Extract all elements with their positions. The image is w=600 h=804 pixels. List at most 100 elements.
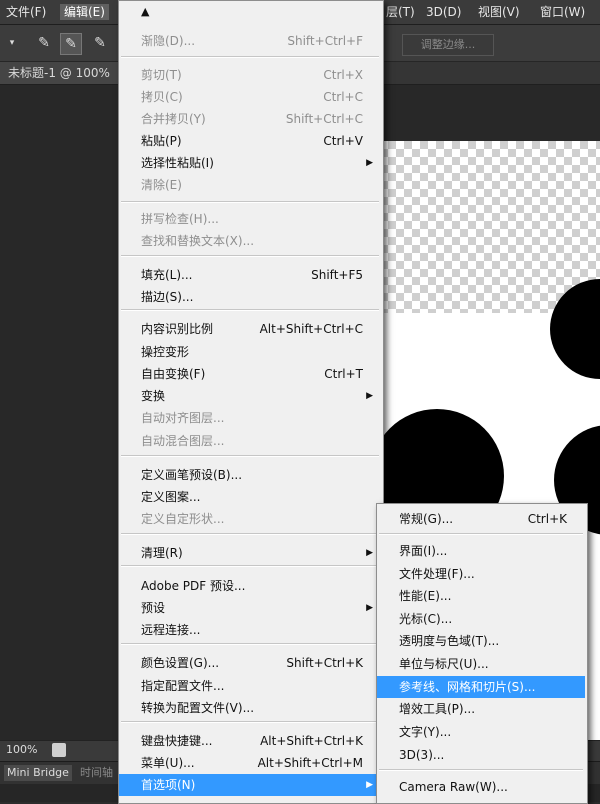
mini-bridge-tab[interactable]: Mini Bridge [4, 765, 72, 781]
menu-item-label: 键盘快捷键... [141, 734, 213, 748]
brush-icon[interactable]: ✎ [34, 33, 54, 53]
preferences-menu-item[interactable]: 透明度与色域(T)... [377, 630, 585, 652]
edit-menu-item: 自动对齐图层... [119, 407, 381, 429]
edit-menu-item[interactable]: Adobe PDF 预设... [119, 575, 381, 597]
edit-menu-item[interactable]: 选择性粘贴(I) ▶ [119, 152, 381, 174]
menu-item-shortcut: Ctrl+X [323, 68, 363, 82]
submenu-arrow-icon: ▶ [366, 780, 373, 790]
edit-menu-item[interactable]: 描边(S)... [119, 286, 381, 308]
edit-menu-item[interactable]: 自由变换(F) Ctrl+T [119, 363, 381, 385]
menu-layer[interactable]: 层(T) [382, 4, 419, 20]
preferences-menu-item[interactable]: 光标(C)... [377, 608, 585, 630]
menu-item-label: 查找和替换文本(X)... [141, 234, 255, 248]
menu-item-label: 3D(3)... [399, 748, 445, 762]
edit-menu-item[interactable]: 定义图案... [119, 486, 381, 508]
menu-item-label: 单位与标尺(U)... [399, 657, 489, 671]
edit-menu-item[interactable]: 操控变形 [119, 341, 381, 363]
menu-item-shortcut: Ctrl+K [527, 512, 567, 526]
menu-separator [379, 769, 583, 771]
menu-item-label: 透明度与色域(T)... [399, 634, 500, 648]
menu-window[interactable]: 窗口(W) [536, 4, 589, 20]
menu-item-label: 填充(L)... [141, 268, 193, 282]
menu-item-label: 菜单(U)... [141, 756, 195, 770]
edit-menu-item[interactable]: 变换 ▶ [119, 385, 381, 407]
edit-menu-item[interactable]: 远程连接... [119, 619, 381, 641]
menu-item-label: 选择性粘贴(I) [141, 156, 214, 170]
menu-separator [121, 721, 379, 723]
preferences-menu-item[interactable]: 增效工具(P)... [377, 698, 585, 720]
edit-menu-item[interactable]: 首选项(N) ▶ [119, 774, 381, 796]
edit-menu-item: 剪切(T) Ctrl+X [119, 64, 381, 86]
menu-file[interactable]: 文件(F) [2, 4, 50, 20]
preferences-menu-item[interactable]: 文字(Y)... [377, 721, 585, 743]
menu-item-label: 性能(E)... [399, 589, 452, 603]
preferences-menu-item[interactable]: Camera Raw(W)... [377, 776, 585, 798]
edit-menu-item: 定义自定形状... [119, 508, 381, 530]
edit-menu-item[interactable]: 颜色设置(G)... Shift+Ctrl+K [119, 652, 381, 674]
edit-menu-item[interactable]: 定义画笔预设(B)... [119, 464, 381, 486]
edit-menu-item[interactable]: 预设 ▶ [119, 597, 381, 619]
refine-edge-button[interactable]: 调整边缘... [402, 34, 494, 56]
edit-menu-item[interactable]: 清理(R) ▶ [119, 542, 381, 564]
menu-separator [121, 56, 379, 58]
edit-menu-item[interactable]: 粘贴(P) Ctrl+V [119, 130, 381, 152]
preferences-menu-item[interactable]: 性能(E)... [377, 585, 585, 607]
timeline-tab[interactable]: 时间轴 [80, 765, 113, 781]
menu-separator [121, 201, 379, 203]
menu-item-shortcut: Shift+F5 [311, 268, 363, 282]
menu-separator [121, 533, 379, 535]
menu-item-label: 参考线、网格和切片(S)... [399, 680, 536, 694]
menu-item-label: 首选项(N) [141, 778, 196, 792]
menu-item-label: 自由变换(F) [141, 367, 206, 381]
menu-edit[interactable]: 编辑(E) [60, 4, 109, 20]
menu-item-label: 指定配置文件... [141, 679, 225, 693]
edit-menu-item: 清除(E) [119, 174, 381, 196]
menu-item-label: 清除(E) [141, 178, 182, 192]
menu-view[interactable]: 视图(V) [474, 4, 524, 20]
menu-item-label: 自动对齐图层... [141, 411, 225, 425]
submenu-arrow-icon: ▶ [366, 158, 373, 168]
menu-item-label: 光标(C)... [399, 612, 453, 626]
menu-item-label: 文件处理(F)... [399, 567, 475, 581]
tool-preset-dropdown-icon[interactable]: ▾ [2, 33, 22, 53]
menu-item-label: 描边(S)... [141, 290, 194, 304]
preferences-menu-item[interactable]: 参考线、网格和切片(S)... [377, 676, 585, 698]
preferences-menu-item[interactable]: 单位与标尺(U)... [377, 653, 585, 675]
menu-item-label: 文字(Y)... [399, 725, 452, 739]
preferences-menu-item[interactable]: 界面(I)... [377, 540, 585, 562]
quick-select-subtract-icon[interactable]: ✎ [90, 33, 110, 53]
menu-3d[interactable]: 3D(D) [422, 4, 465, 20]
preferences-submenu: 常规(G)... Ctrl+K 界面(I)... 文件处理(F)... 性能(E)...… [376, 503, 588, 804]
menu-item-label: 粘贴(P) [141, 134, 182, 148]
menu-item-label: 清理(R) [141, 546, 183, 560]
edit-menu-item[interactable]: 键盘快捷键... Alt+Shift+Ctrl+K [119, 730, 381, 752]
quick-select-add-icon[interactable]: ✎ [60, 33, 82, 55]
edit-menu-item[interactable]: 菜单(U)... Alt+Shift+Ctrl+M [119, 752, 381, 774]
preferences-menu-item[interactable]: 常规(G)... Ctrl+K [377, 508, 585, 530]
menu-item-label: 操控变形 [141, 345, 190, 359]
menu-item-shortcut: Ctrl+C [323, 90, 363, 104]
menu-item-label: 变换 [141, 389, 166, 403]
status-info-icon[interactable] [52, 743, 66, 757]
menu-separator [121, 255, 379, 257]
edit-menu-item[interactable]: 指定配置文件... [119, 675, 381, 697]
edit-menu-item: 自动混合图层... [119, 430, 381, 452]
edit-menu-item[interactable]: 转换为配置文件(V)... [119, 697, 381, 719]
menu-item-shortcut: Shift+Ctrl+K [286, 656, 363, 670]
edit-menu-item: 渐隐(D)... Shift+Ctrl+F [119, 30, 381, 52]
menu-item-label: 转换为配置文件(V)... [141, 701, 255, 715]
document-tab[interactable]: 未标题-1 @ 100% [0, 62, 118, 84]
menu-item-label: 增效工具(P)... [399, 702, 476, 716]
menu-item-shortcut: Ctrl+V [323, 134, 363, 148]
menu-separator [121, 643, 379, 645]
edit-menu-item[interactable]: 填充(L)... Shift+F5 [119, 264, 381, 286]
menu-item-label: 定义自定形状... [141, 512, 225, 526]
menu-item-label: 自动混合图层... [141, 434, 225, 448]
preferences-menu-item[interactable]: 3D(3)... [377, 744, 585, 766]
scroll-up-arrow-icon[interactable]: ▲ [141, 5, 149, 18]
menu-item-label: 渐隐(D)... [141, 34, 196, 48]
menu-separator [121, 455, 379, 457]
preferences-menu-item[interactable]: 文件处理(F)... [377, 563, 585, 585]
edit-menu-item[interactable]: 内容识别比例 Alt+Shift+Ctrl+C [119, 318, 381, 340]
zoom-level[interactable]: 100% [6, 743, 37, 756]
